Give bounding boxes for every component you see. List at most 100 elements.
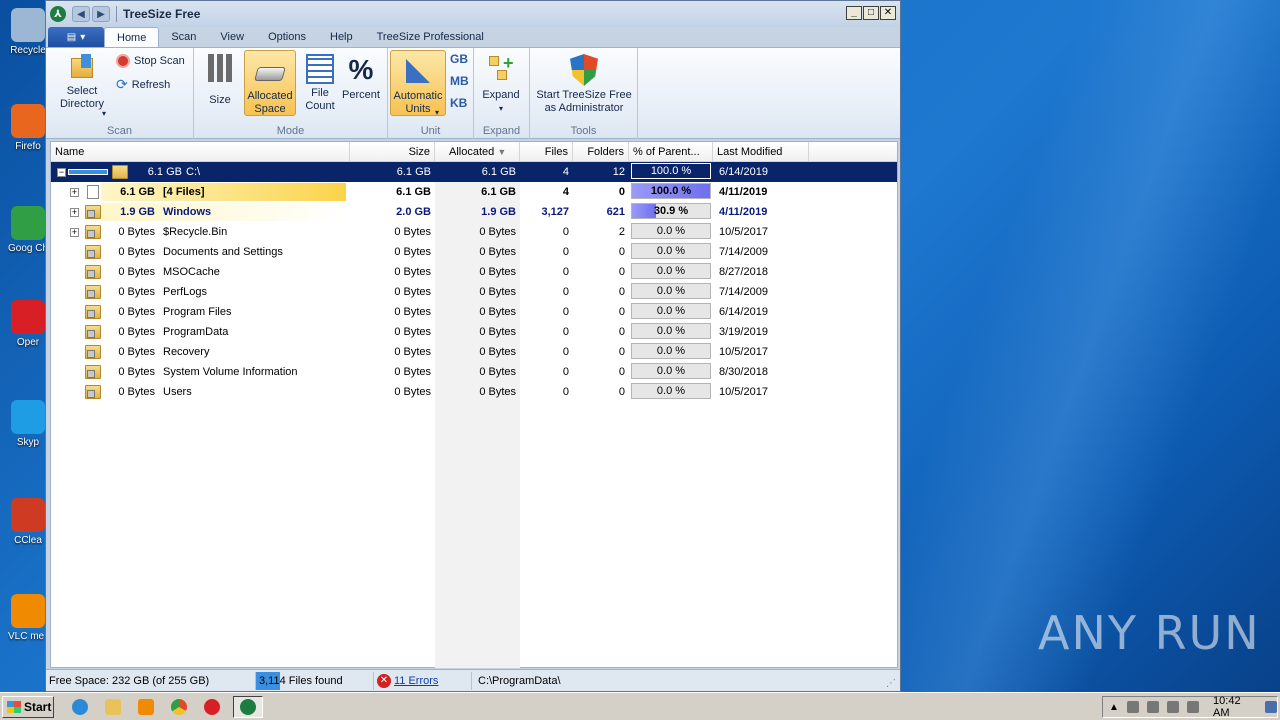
file-count-grid-icon [306,54,334,84]
taskbar-chrome-icon[interactable] [167,696,191,718]
tree-row[interactable]: 0 Bytes Recovery 0 Bytes 0 Bytes 0 0 0.0 % 10/5… [51,342,897,362]
action-center-icon[interactable] [1146,701,1159,713]
tree-row[interactable]: 0 Bytes MSOCache 0 Bytes 0 Bytes 0 0 0.0 % 8/27… [51,262,897,282]
close-button[interactable]: ✕ [880,6,896,20]
tab-treesize-professional[interactable]: TreeSize Professional [365,27,496,47]
tree-row[interactable]: +1.9 GB Windows 2.0 GB 1.9 GB 3,127 621 30.9 %… [51,202,897,222]
back-arrow-icon[interactable]: ◀ [72,6,90,22]
refresh-button[interactable]: ⟳ Refresh [116,76,170,93]
stop-scan-button[interactable]: Stop Scan [116,54,185,68]
column-header-modified[interactable]: Last Modified [713,142,809,162]
taskbar-treesize-icon[interactable] [233,695,263,718]
resize-grip-icon[interactable]: ⋰ [886,678,896,689]
row-folders: 0 [618,266,625,278]
ribbon-group-mode: Size Allocated Space File Count % Percen… [194,48,388,139]
unit-kb-button[interactable]: KB [450,97,467,110]
start-as-admin-button[interactable]: Start TreeSize Free as Administrator [534,50,634,116]
row-pct: 0.0 % [631,303,711,319]
select-directory-button[interactable]: Select Directory ▾ [48,52,116,118]
row-pct-cell: 30.9 % [629,202,713,222]
desktop-shortcut[interactable]: Recycle [8,8,48,56]
tab-scan[interactable]: Scan [159,27,208,47]
desktop-shortcut[interactable]: CClea [8,498,48,546]
errors-link[interactable]: 11 Errors [394,675,438,687]
name-highlight: 1.9 GB Windows [101,203,346,221]
maximize-button[interactable]: □ [863,6,879,20]
row-files: 0 [562,266,569,278]
tree-row[interactable]: +0 Bytes $Recycle.Bin 0 Bytes 0 Bytes 0 2 0.0 … [51,222,897,242]
show-hidden-icons-icon[interactable]: ▲ [1109,702,1119,713]
tab-view[interactable]: View [208,27,256,47]
row-folders: 2 [618,226,625,238]
expand-button[interactable]: + Expand ▾ [476,50,526,116]
mode-size-button[interactable]: Size [198,50,242,116]
unit-mb-button[interactable]: MB [450,75,469,88]
row-folders: 0 [618,386,625,398]
tree-indent: + [55,207,79,217]
row-allocated: 0 Bytes [435,302,520,322]
row-name: Windows [163,206,212,218]
clock[interactable]: 10:42 AM [1213,695,1253,719]
taskbar-explorer-icon[interactable] [101,696,125,718]
tree-row[interactable]: +6.1 GB [4 Files] 6.1 GB 6.1 GB 4 0 100.0 % 4/1… [51,182,897,202]
allocated-column-shade [435,402,520,668]
tree-row-root[interactable]: − 6.1 GB C:\ 6.1 GB 6.1 GB 4 12 100.0 % … [51,162,897,182]
row-folders: 621 [606,206,625,218]
column-header-folders[interactable]: Folders [573,142,629,162]
taskbar-media-player-icon[interactable] [134,696,158,718]
tree-row[interactable]: 0 Bytes Users 0 Bytes 0 Bytes 0 0 0.0 % 10/5/20… [51,382,897,402]
start-button[interactable]: Start [2,695,54,718]
treesize-app-icon[interactable]: ⅄ [50,6,66,22]
desktop-shortcut[interactable]: VLC me playe [8,594,48,642]
automatic-units-button[interactable]: Automatic Units ▾ [390,50,446,117]
tree-row[interactable]: 0 Bytes PerfLogs 0 Bytes 0 Bytes 0 0 0.0 % 7/14… [51,282,897,302]
flag-icon[interactable] [1187,701,1200,713]
expand-icon[interactable]: + [70,187,79,197]
tree-row[interactable]: 0 Bytes Documents and Settings 0 Bytes 0 By… [51,242,897,262]
name-cell: 0 Bytes MSOCache [51,262,350,282]
collapse-icon[interactable]: − [57,167,66,177]
column-header-size[interactable]: Size [350,142,435,162]
mode-file-count-button[interactable]: File Count [298,50,342,116]
desktop-shortcut[interactable]: Skyp [8,400,48,448]
row-size: 2.0 GB [396,206,431,218]
show-desktop-icon[interactable] [1264,701,1277,713]
tree-row[interactable]: 0 Bytes System Volume Information 0 Bytes 0… [51,362,897,382]
column-header-files[interactable]: Files [520,142,573,162]
tree-indent: + [55,227,79,237]
name-highlight: 0 Bytes PerfLogs [101,283,346,301]
tree-row[interactable]: 0 Bytes Program Files 0 Bytes 0 Bytes 0 0 0.0 … [51,302,897,322]
status-free-space: Free Space: 232 GB (of 255 GB) [46,671,256,690]
tab-help[interactable]: Help [318,27,365,47]
column-header-name[interactable]: Name [51,142,350,162]
system-tray: ▲ 10:42 AM [1102,695,1278,719]
row-folders: 0 [618,286,625,298]
forward-arrow-icon[interactable]: ▶ [92,6,110,22]
file-menu-button[interactable]: ▤ ▾ [48,27,104,47]
taskbar-opera-icon[interactable] [200,696,224,718]
unit-gb-button[interactable]: GB [450,53,468,66]
minimize-button[interactable]: _ [846,6,862,20]
row-modified: 10/5/2017 [719,346,768,358]
quick-access-separator [116,6,117,22]
name-highlight: 0 Bytes Recovery [101,343,346,361]
row-modified: 7/14/2009 [719,246,768,258]
mode-allocated-space-button[interactable]: Allocated Space [244,50,296,116]
column-header-allocated[interactable]: Allocated ▼ [435,142,520,162]
row-pct-cell: 0.0 % [629,222,713,242]
desktop-shortcut[interactable]: Oper [8,300,48,348]
column-header-pct[interactable]: % of Parent... [629,142,713,162]
mode-percent-button[interactable]: % Percent [338,50,384,116]
volume-icon[interactable] [1166,701,1179,713]
row-size: 0 Bytes [394,286,431,298]
taskbar-ie-icon[interactable] [68,696,92,718]
tab-home[interactable]: Home [104,27,160,47]
desktop-shortcut[interactable]: Firefo [8,104,48,152]
tree-row[interactable]: 0 Bytes ProgramData 0 Bytes 0 Bytes 0 0 0.0 % 3… [51,322,897,342]
expand-icon[interactable]: + [70,227,79,237]
row-allocated: 0 Bytes [435,322,520,342]
desktop-shortcut[interactable]: Goog Chron [8,206,48,254]
network-icon[interactable] [1126,701,1139,713]
tab-options[interactable]: Options [256,27,318,47]
expand-icon[interactable]: + [70,207,79,217]
